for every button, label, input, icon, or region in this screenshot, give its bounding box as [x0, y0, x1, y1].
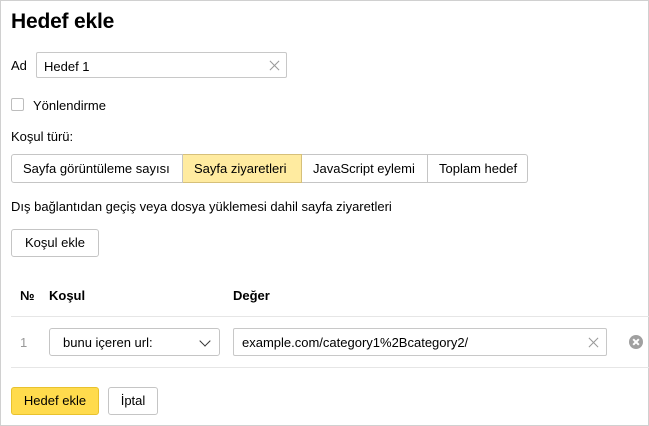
condition-type-tabs: Sayfa görüntüleme sayısı Sayfa ziyaretle… [11, 154, 528, 183]
clear-icon[interactable] [588, 337, 599, 348]
column-header-number: № [20, 288, 35, 303]
condition-type-label: Koşul türü: [11, 129, 74, 144]
clear-icon[interactable] [269, 60, 280, 71]
add-condition-button[interactable]: Koşul ekle [11, 229, 99, 257]
tab-page-visits[interactable]: Sayfa ziyaretleri [183, 154, 302, 183]
submit-goal-button[interactable]: Hedef ekle [11, 387, 99, 415]
column-header-condition: Koşul [49, 288, 86, 303]
condition-select-value: bunu içeren url: [63, 335, 153, 350]
name-input[interactable]: Hedef 1 [36, 52, 287, 78]
tab-page-views[interactable]: Sayfa görüntüleme sayısı [11, 154, 183, 183]
cancel-button[interactable]: İptal [108, 387, 158, 415]
tab-javascript-event[interactable]: JavaScript eylemi [302, 154, 428, 183]
remove-row-icon[interactable] [629, 335, 643, 349]
redirect-checkbox-label: Yönlendirme [33, 98, 106, 113]
condition-type-description: Dış bağlantıdan geçiş veya dosya yükleme… [11, 199, 392, 214]
name-label: Ad [11, 58, 27, 73]
name-input-value: Hedef 1 [44, 59, 90, 74]
row-number: 1 [20, 335, 28, 350]
tab-composite-goal[interactable]: Toplam hedef [428, 154, 528, 183]
redirect-checkbox[interactable] [11, 98, 24, 111]
row-divider [11, 316, 649, 317]
row-divider [11, 367, 649, 368]
column-header-value: Değer [233, 288, 270, 303]
condition-select[interactable]: bunu içeren url: [49, 328, 220, 356]
condition-value-input[interactable]: example.com/category1%2Bcategory2/ [233, 328, 607, 356]
condition-value-text: example.com/category1%2Bcategory2/ [242, 335, 469, 350]
dialog-title: Hedef ekle [11, 10, 115, 33]
chevron-down-icon [199, 335, 211, 347]
add-goal-dialog: Hedef ekle Ad Hedef 1 Yönlendirme Koşul … [0, 0, 649, 426]
